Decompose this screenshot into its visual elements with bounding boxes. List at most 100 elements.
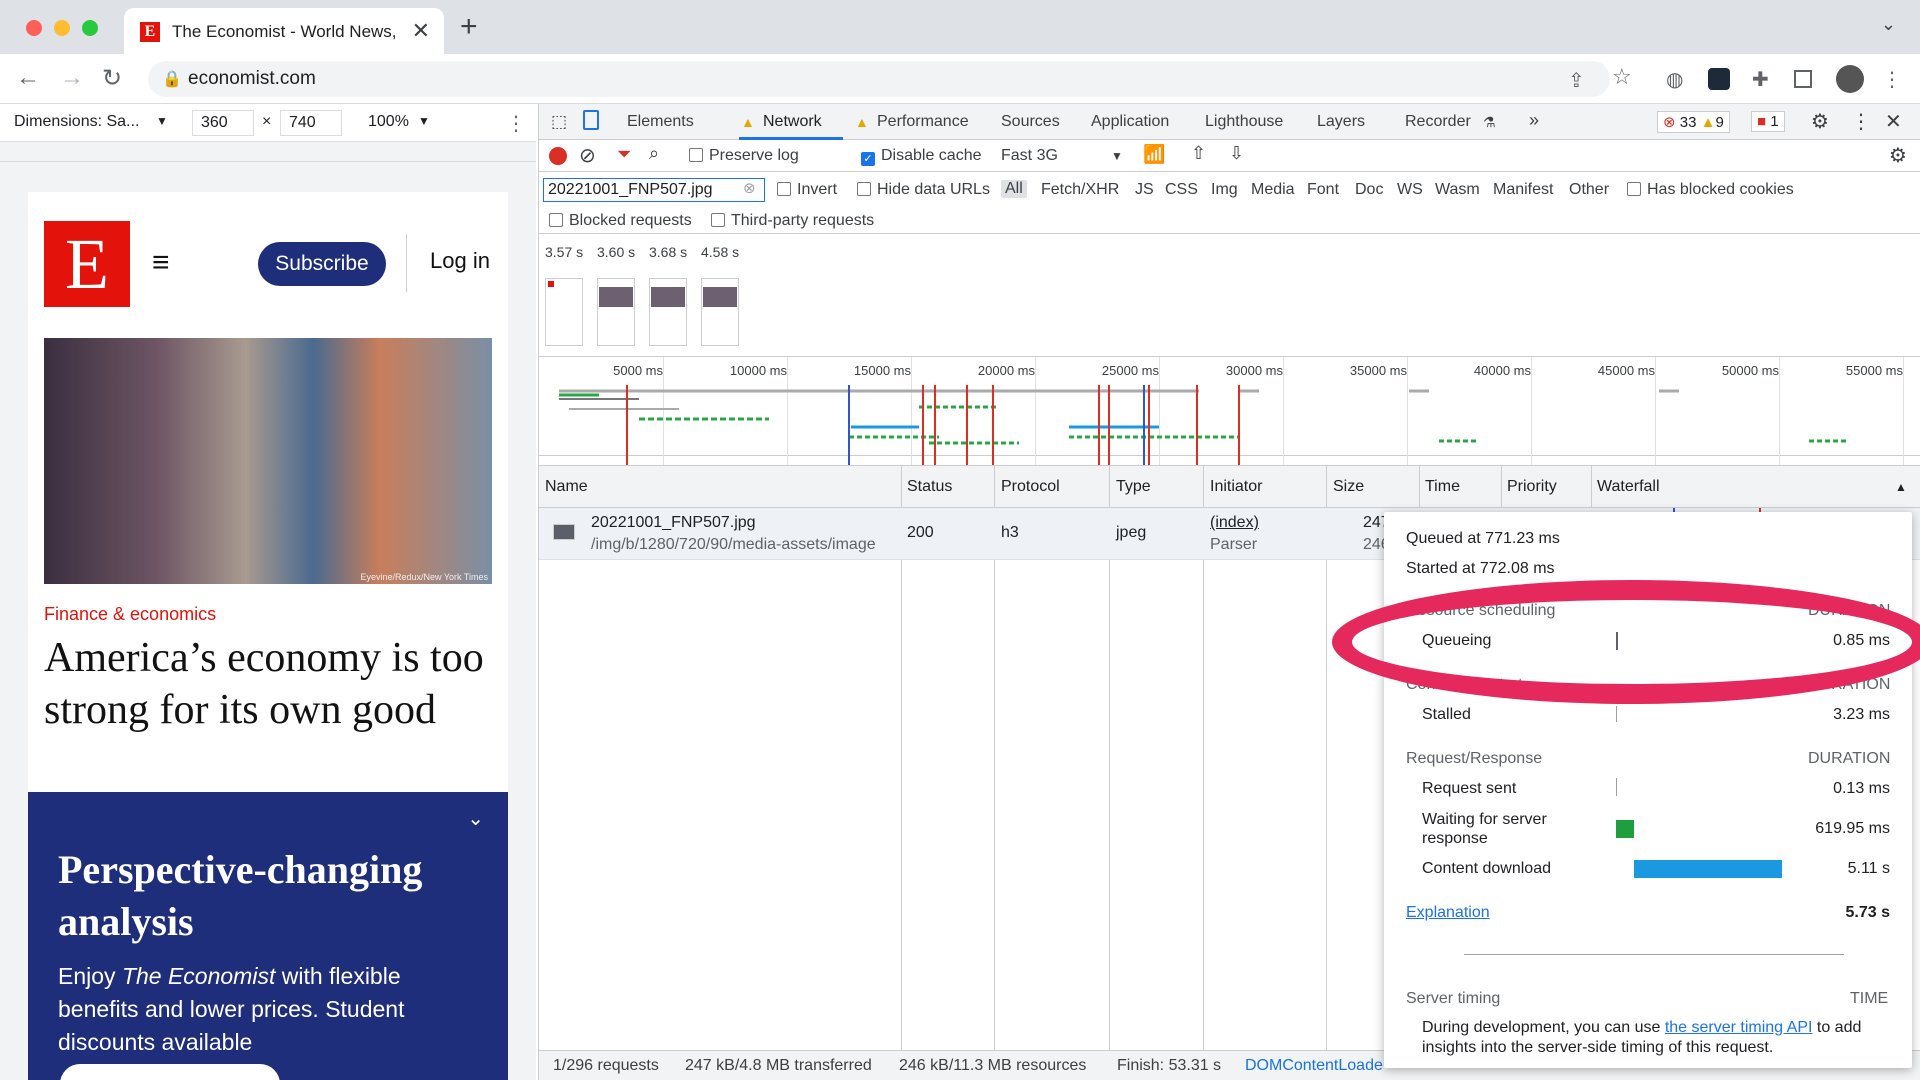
filter-css[interactable]: CSS: [1165, 181, 1198, 199]
filmstrip-thumbnail[interactable]: [597, 278, 635, 346]
economist-logo[interactable]: E: [44, 221, 130, 307]
back-icon[interactable]: ←: [16, 64, 40, 92]
hamburger-menu-icon[interactable]: ≡: [152, 246, 170, 280]
filmstrip-thumbnail[interactable]: [649, 278, 687, 346]
devtools-menu-icon[interactable]: ⋮: [1851, 109, 1871, 134]
reload-icon[interactable]: ↻: [102, 64, 122, 93]
height-input[interactable]: 740: [280, 110, 342, 136]
filter-all[interactable]: All: [1001, 180, 1027, 198]
column-initiator[interactable]: Initiator: [1210, 478, 1262, 496]
close-tab-icon[interactable]: ✕: [412, 18, 430, 44]
network-conditions-icon[interactable]: 📶: [1143, 144, 1165, 165]
third-party-box[interactable]: [711, 213, 725, 227]
clear-icon[interactable]: ⊘: [579, 143, 596, 168]
bookmark-star-icon[interactable]: ☆: [1612, 64, 1632, 90]
tab-elements[interactable]: Elements: [627, 113, 694, 131]
browser-menu-icon[interactable]: ⋮: [1882, 67, 1902, 92]
filter-js[interactable]: JS: [1135, 181, 1154, 199]
filter-font[interactable]: Font: [1307, 181, 1339, 199]
filter-fetch-xhr[interactable]: Fetch/XHR: [1041, 181, 1119, 199]
has-blocked-cookies-box[interactable]: [1627, 182, 1641, 196]
hide-data-urls-box[interactable]: [857, 182, 871, 196]
article-headline[interactable]: America’s economy is too strong for its …: [44, 632, 484, 736]
filter-ws[interactable]: WS: [1397, 181, 1423, 199]
share-icon[interactable]: ⇪: [1568, 68, 1585, 93]
filter-icon[interactable]: ⏷: [617, 144, 631, 165]
throttle-select[interactable]: Fast 3G: [1001, 147, 1058, 165]
forward-icon[interactable]: →: [60, 64, 84, 92]
network-settings-icon[interactable]: ⚙: [1889, 143, 1907, 168]
hide-data-urls-checkbox[interactable]: Hide data URLs: [857, 181, 990, 199]
new-tab-icon[interactable]: +: [460, 10, 478, 44]
promo-button[interactable]: [60, 1064, 280, 1080]
tab-layers[interactable]: Layers: [1317, 113, 1365, 131]
close-devtools-icon[interactable]: ✕: [1885, 109, 1902, 134]
url-text[interactable]: economist.com: [188, 68, 316, 90]
disable-cache-box[interactable]: ✓: [861, 152, 875, 166]
tab-network[interactable]: Network: [763, 113, 822, 131]
tab-application[interactable]: Application: [1091, 113, 1169, 131]
device-more-icon[interactable]: ⋮: [506, 111, 526, 136]
network-overview[interactable]: 5000 ms 10000 ms 15000 ms 20000 ms 25000…: [539, 356, 1920, 466]
filter-manifest[interactable]: Manifest: [1493, 181, 1553, 199]
preserve-log-box[interactable]: [689, 148, 703, 162]
tab-search-icon[interactable]: ⌄: [1881, 14, 1896, 35]
server-timing-api-link[interactable]: the server timing API: [1665, 1019, 1813, 1036]
browser-tab[interactable]: E The Economist - World News, I ✕: [124, 8, 444, 54]
preserve-log-checkbox[interactable]: Preserve log: [689, 147, 799, 165]
more-tabs-icon[interactable]: »: [1529, 110, 1539, 131]
column-protocol[interactable]: Protocol: [1001, 478, 1060, 496]
clear-filter-icon[interactable]: ⊗: [743, 179, 756, 197]
tab-sources[interactable]: Sources: [1001, 113, 1060, 131]
inspect-element-icon[interactable]: ⬚: [551, 112, 567, 132]
filter-img[interactable]: Img: [1211, 181, 1238, 199]
login-link[interactable]: Log in: [430, 248, 490, 274]
zoom-select[interactable]: 100%: [368, 113, 409, 131]
column-name[interactable]: Name: [545, 478, 588, 496]
filmstrip-thumbnail[interactable]: [545, 278, 583, 346]
extension-c-icon[interactable]: [1708, 68, 1730, 90]
tab-performance[interactable]: Performance: [877, 113, 969, 131]
filter-other[interactable]: Other: [1569, 181, 1609, 199]
side-panel-icon[interactable]: [1794, 70, 1812, 88]
hero-image[interactable]: Eyevine/Redux/New York Times: [44, 338, 492, 584]
article-category[interactable]: Finance & economics: [44, 604, 216, 625]
third-party-checkbox[interactable]: Third-party requests: [711, 212, 874, 230]
export-har-icon[interactable]: ⇩: [1229, 143, 1244, 164]
media-query-bar[interactable]: [0, 142, 536, 162]
filter-media[interactable]: Media: [1251, 181, 1295, 199]
disable-cache-checkbox[interactable]: ✓ Disable cache: [861, 147, 982, 166]
address-bar[interactable]: 🔒 economist.com ⇪: [148, 61, 1610, 97]
blocked-requests-checkbox[interactable]: Blocked requests: [549, 212, 692, 230]
import-har-icon[interactable]: ⇧: [1191, 143, 1206, 164]
has-blocked-cookies-checkbox[interactable]: Has blocked cookies: [1627, 181, 1794, 199]
puzzle-icon[interactable]: ✚: [1752, 67, 1769, 92]
maximize-window-button[interactable]: [82, 20, 98, 36]
row-initiator-link[interactable]: (index): [1210, 514, 1259, 532]
filter-input[interactable]: 20221001_FNP507.jpg: [543, 178, 765, 202]
avatar[interactable]: [1836, 65, 1864, 93]
column-size[interactable]: Size: [1333, 478, 1364, 496]
column-priority[interactable]: Priority: [1507, 478, 1557, 496]
extension-globe-icon[interactable]: ◍: [1666, 67, 1683, 92]
minimize-window-button[interactable]: [54, 20, 70, 36]
dimensions-select[interactable]: Dimensions: Sa...: [14, 113, 139, 131]
collapse-chevron-icon[interactable]: ⌄: [467, 806, 484, 831]
blocked-requests-box[interactable]: [549, 213, 563, 227]
column-type[interactable]: Type: [1116, 478, 1151, 496]
filter-doc[interactable]: Doc: [1355, 181, 1383, 199]
record-icon[interactable]: [549, 147, 567, 165]
tab-lighthouse[interactable]: Lighthouse: [1205, 113, 1283, 131]
search-icon[interactable]: ⌕: [649, 143, 659, 164]
invert-box[interactable]: [777, 182, 791, 196]
settings-gear-icon[interactable]: ⚙: [1811, 109, 1829, 134]
column-time[interactable]: Time: [1425, 478, 1460, 496]
column-status[interactable]: Status: [907, 478, 952, 496]
errors-warnings-badge[interactable]: ⊗ 33 ▲9: [1657, 111, 1730, 133]
device-toggle-icon[interactable]: [583, 110, 599, 130]
filter-wasm[interactable]: Wasm: [1435, 181, 1480, 199]
width-input[interactable]: 360: [192, 110, 254, 136]
explanation-link[interactable]: Explanation: [1406, 904, 1490, 922]
invert-checkbox[interactable]: Invert: [777, 181, 837, 199]
tab-recorder[interactable]: Recorder: [1405, 113, 1471, 131]
